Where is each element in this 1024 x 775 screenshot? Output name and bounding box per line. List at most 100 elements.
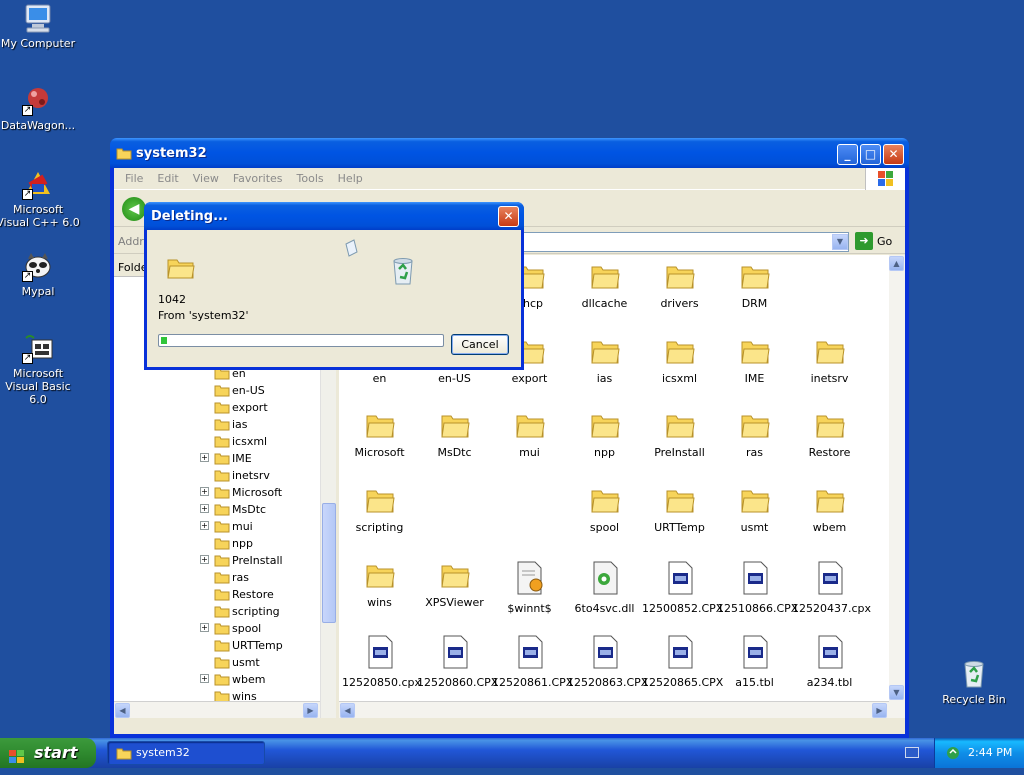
folder-icon <box>665 266 695 293</box>
dialog-titlebar[interactable]: Deleting... ✕ <box>144 202 524 230</box>
chevron-down-icon[interactable]: ▼ <box>832 234 848 250</box>
file-item[interactable]: usmt <box>717 486 792 534</box>
folder-icon <box>214 655 230 672</box>
file-item[interactable]: $winnt$ <box>492 561 567 615</box>
tree-item[interactable]: npp <box>200 535 330 552</box>
file-item[interactable]: 12520861.CPX <box>492 635 573 689</box>
desktop-icon-datawagon[interactable]: ↗ DataWagon... <box>0 84 80 132</box>
desktop-icon-my-computer[interactable]: My Computer <box>0 2 80 50</box>
tree-item[interactable]: + PreInstall <box>200 552 330 569</box>
menu-view[interactable]: View <box>190 172 222 185</box>
tree-item[interactable]: Restore <box>200 586 330 603</box>
desktop-icon-visual-basic[interactable]: ↗ Microsoft Visual Basic 6.0 <box>0 332 80 406</box>
file-view-scrollbar[interactable]: ▲ ▼ <box>889 255 905 718</box>
scroll-right-button[interactable]: ▶ <box>303 703 318 718</box>
file-item[interactable]: Microsoft <box>342 411 417 459</box>
file-item[interactable]: PreInstall <box>642 411 717 459</box>
desktop-icon-recycle-bin[interactable]: Recycle Bin <box>932 658 1016 706</box>
tree-item[interactable]: + wbem <box>200 671 330 688</box>
menu-help[interactable]: Help <box>335 172 366 185</box>
file-item-label: IME <box>744 372 765 385</box>
file-item[interactable]: drivers <box>642 262 717 310</box>
tree-item[interactable]: + IME <box>200 450 330 467</box>
file-item[interactable]: wins <box>342 561 417 609</box>
file-item[interactable]: npp <box>567 411 642 459</box>
close-button[interactable]: ✕ <box>883 144 904 165</box>
tree-item[interactable]: ias <box>200 416 330 433</box>
file-item[interactable]: spool <box>567 486 642 534</box>
folder-icon <box>214 519 230 536</box>
expand-icon[interactable]: + <box>200 504 209 513</box>
network-icon[interactable] <box>945 745 961 764</box>
tree-item[interactable]: scripting <box>200 603 330 620</box>
tree-item[interactable]: ras <box>200 569 330 586</box>
tree-item[interactable]: + spool <box>200 620 330 637</box>
file-item[interactable]: wbem <box>792 486 867 534</box>
file-item[interactable]: inetsrv <box>792 337 867 385</box>
scroll-thumb[interactable] <box>322 503 336 623</box>
scroll-right-button[interactable]: ▶ <box>872 703 887 718</box>
file-item[interactable]: URTTemp <box>642 486 717 534</box>
file-item[interactable]: IME <box>717 337 792 385</box>
file-item[interactable]: ras <box>717 411 792 459</box>
folders-hscrollbar[interactable]: ◀ ▶ <box>114 701 320 718</box>
taskbar-item-system32[interactable]: system32 <box>107 741 265 765</box>
window-titlebar[interactable]: system32 _ □ ✕ <box>110 138 909 168</box>
tree-item[interactable]: usmt <box>200 654 330 671</box>
tree-item[interactable]: URTTemp <box>200 637 330 654</box>
menu-favorites[interactable]: Favorites <box>230 172 286 185</box>
cancel-button[interactable]: Cancel <box>451 334 509 355</box>
maximize-button[interactable]: □ <box>860 144 881 165</box>
desktop-icon-visual-cpp[interactable]: ↗ Microsoft Visual C++ 6.0 <box>0 168 80 229</box>
minimize-button[interactable]: _ <box>837 144 858 165</box>
menu-file[interactable]: File <box>122 172 146 185</box>
clock[interactable]: 2:44 PM <box>968 746 1012 759</box>
expand-icon[interactable]: + <box>200 521 209 530</box>
file-item[interactable]: 12500852.CPX <box>642 561 723 615</box>
file-item[interactable]: a15.tbl <box>717 635 792 689</box>
menu-tools[interactable]: Tools <box>294 172 327 185</box>
scroll-down-button[interactable]: ▼ <box>889 685 904 700</box>
expand-icon[interactable]: + <box>200 487 209 496</box>
file-item[interactable]: 12520865.CPX <box>642 635 723 689</box>
expand-icon[interactable]: + <box>200 623 209 632</box>
back-button[interactable]: ◀ <box>122 197 146 221</box>
keyboard-icon[interactable] <box>905 747 919 758</box>
scroll-left-button[interactable]: ◀ <box>115 703 130 718</box>
menu-edit[interactable]: Edit <box>154 172 181 185</box>
file-item[interactable]: icsxml <box>642 337 717 385</box>
tree-item[interactable]: export <box>200 399 330 416</box>
file-item[interactable]: a234.tbl <box>792 635 867 689</box>
file-view-hscrollbar[interactable]: ◀ ▶ <box>339 701 889 718</box>
file-item[interactable]: 12520850.cpx <box>342 635 421 689</box>
file-item[interactable]: 6to4svc.dll <box>567 561 642 615</box>
tree-item[interactable]: en-US <box>200 382 330 399</box>
tree-item[interactable]: + Microsoft <box>200 484 330 501</box>
file-item[interactable]: Restore <box>792 411 867 459</box>
file-item[interactable]: 12520860.CPX <box>417 635 498 689</box>
dialog-close-button[interactable]: ✕ <box>498 206 519 227</box>
tree-item[interactable]: inetsrv <box>200 467 330 484</box>
file-item[interactable]: 12510866.CPX <box>717 561 798 615</box>
file-item[interactable]: XPSViewer <box>417 561 492 609</box>
expand-icon[interactable]: + <box>200 453 209 462</box>
start-button[interactable]: start <box>0 738 96 768</box>
file-item[interactable]: DRM <box>717 262 792 310</box>
go-button[interactable]: ➜ Go <box>855 232 901 252</box>
tree-item[interactable]: + mui <box>200 518 330 535</box>
desktop-icon-mypal[interactable]: ↗ Mypal <box>0 250 80 298</box>
file-item[interactable]: ias <box>567 337 642 385</box>
file-item[interactable]: scripting <box>342 486 417 534</box>
file-item[interactable]: 12520437.cpx <box>792 561 871 615</box>
expand-icon[interactable]: + <box>200 674 209 683</box>
expand-icon[interactable]: + <box>200 555 209 564</box>
file-item[interactable]: mui <box>492 411 567 459</box>
file-item[interactable]: dllcache <box>567 262 642 310</box>
tree-item[interactable]: + MsDtc <box>200 501 330 518</box>
settings-file-icon <box>515 561 545 598</box>
scroll-left-button[interactable]: ◀ <box>340 703 355 718</box>
scroll-up-button[interactable]: ▲ <box>889 256 904 271</box>
tree-item[interactable]: icsxml <box>200 433 330 450</box>
file-item[interactable]: MsDtc <box>417 411 492 459</box>
file-item[interactable]: 12520863.CPX <box>567 635 648 689</box>
